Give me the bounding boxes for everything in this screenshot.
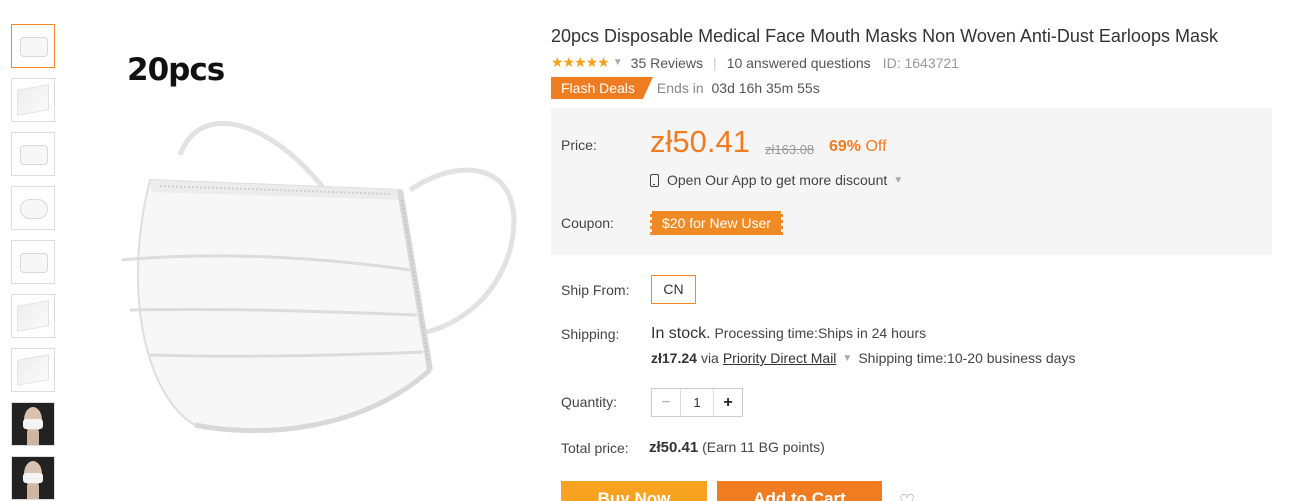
- current-price: zł50.41: [650, 124, 750, 159]
- rating-row: ★★★★★ ▼ 35 Reviews | 10 answered questio…: [551, 54, 959, 71]
- heart-icon[interactable]: ♡: [899, 492, 915, 501]
- thumbnail-2[interactable]: [11, 78, 55, 122]
- shipping-label: Shipping:: [561, 326, 620, 342]
- quantity-label: Quantity:: [561, 394, 618, 410]
- coupon-label: Coupon:: [561, 215, 614, 231]
- chevron-down-icon[interactable]: ▼: [613, 57, 623, 68]
- thumbnail-1[interactable]: [11, 24, 55, 68]
- rating-stars[interactable]: ★★★★★: [551, 54, 610, 71]
- buy-now-button[interactable]: Buy Now: [561, 481, 707, 501]
- stock-status: In stock. Processing time:Ships in 24 ho…: [651, 325, 926, 343]
- decrease-button[interactable]: −: [652, 389, 680, 416]
- discount-percent: 69%: [829, 138, 862, 155]
- thumbnail-8[interactable]: [11, 402, 55, 446]
- chevron-down-icon[interactable]: ▼: [893, 175, 903, 186]
- product-title: 20pcs Disposable Medical Face Mouth Mask…: [551, 26, 1218, 46]
- shipping-cost: zł17.24: [651, 350, 697, 366]
- shipping-time: Shipping time:10-20 business days: [858, 350, 1076, 366]
- ship-from-option[interactable]: CN: [651, 275, 696, 304]
- discount: 69% Off: [829, 138, 887, 156]
- thumbnail-4[interactable]: [11, 186, 55, 230]
- price-panel: Price: zł50.41 zł163.08 69% Off Open Our…: [551, 108, 1272, 255]
- quantity-stepper: − +: [651, 388, 743, 417]
- app-discount[interactable]: Open Our App to get more discount ▼: [650, 172, 911, 188]
- ends-label: Ends in: [656, 80, 704, 96]
- thumbnail-7[interactable]: [11, 348, 55, 392]
- increase-button[interactable]: +: [714, 389, 742, 416]
- countdown-value: 03d 16h 35m 55s: [711, 80, 820, 96]
- questions-link[interactable]: 10 answered questions: [727, 55, 871, 71]
- in-stock-text: In stock.: [651, 325, 711, 342]
- original-price: zł163.08: [765, 142, 815, 157]
- thumbnail-6[interactable]: [11, 294, 55, 338]
- price-label: Price:: [561, 137, 597, 153]
- phone-icon: [650, 173, 659, 187]
- ship-from-label: Ship From:: [561, 282, 630, 298]
- thumbnail-5[interactable]: [11, 240, 55, 284]
- coupon-badge[interactable]: $20 for New User: [648, 211, 785, 235]
- divider: |: [713, 54, 717, 71]
- thumbnail-list: [11, 24, 55, 501]
- total-price: zł50.41: [649, 439, 699, 456]
- shipping-method-row: zł17.24 via Priority Direct Mail ▼ Shipp…: [651, 350, 1075, 366]
- shipping-method-link[interactable]: Priority Direct Mail: [723, 350, 837, 366]
- add-to-cart-button[interactable]: Add to Cart: [717, 481, 882, 501]
- chevron-down-icon[interactable]: ▼: [842, 353, 852, 364]
- flash-deal-bar: Flash Deals Ends in 03d 16h 35m 55s: [551, 77, 820, 99]
- product-image: [121, 120, 517, 434]
- total-label: Total price:: [561, 440, 629, 456]
- bg-points: (Earn 11 BG points): [702, 439, 825, 455]
- total-price-row: zł50.41 (Earn 11 BG points): [649, 439, 825, 456]
- discount-word: Off: [865, 138, 887, 155]
- countdown: Ends in 03d 16h 35m 55s: [657, 80, 820, 96]
- thumbnail-9[interactable]: [11, 456, 55, 500]
- quantity-input[interactable]: [680, 389, 714, 416]
- via-text: via: [700, 350, 719, 366]
- thumbnail-3[interactable]: [11, 132, 55, 176]
- reviews-link[interactable]: 35 Reviews: [631, 55, 703, 71]
- app-discount-text[interactable]: Open Our App to get more discount: [667, 172, 887, 188]
- product-id: ID: 1643721: [882, 54, 959, 71]
- flash-deals-tag: Flash Deals: [551, 77, 653, 99]
- processing-time: Processing time:Ships in 24 hours: [714, 325, 927, 341]
